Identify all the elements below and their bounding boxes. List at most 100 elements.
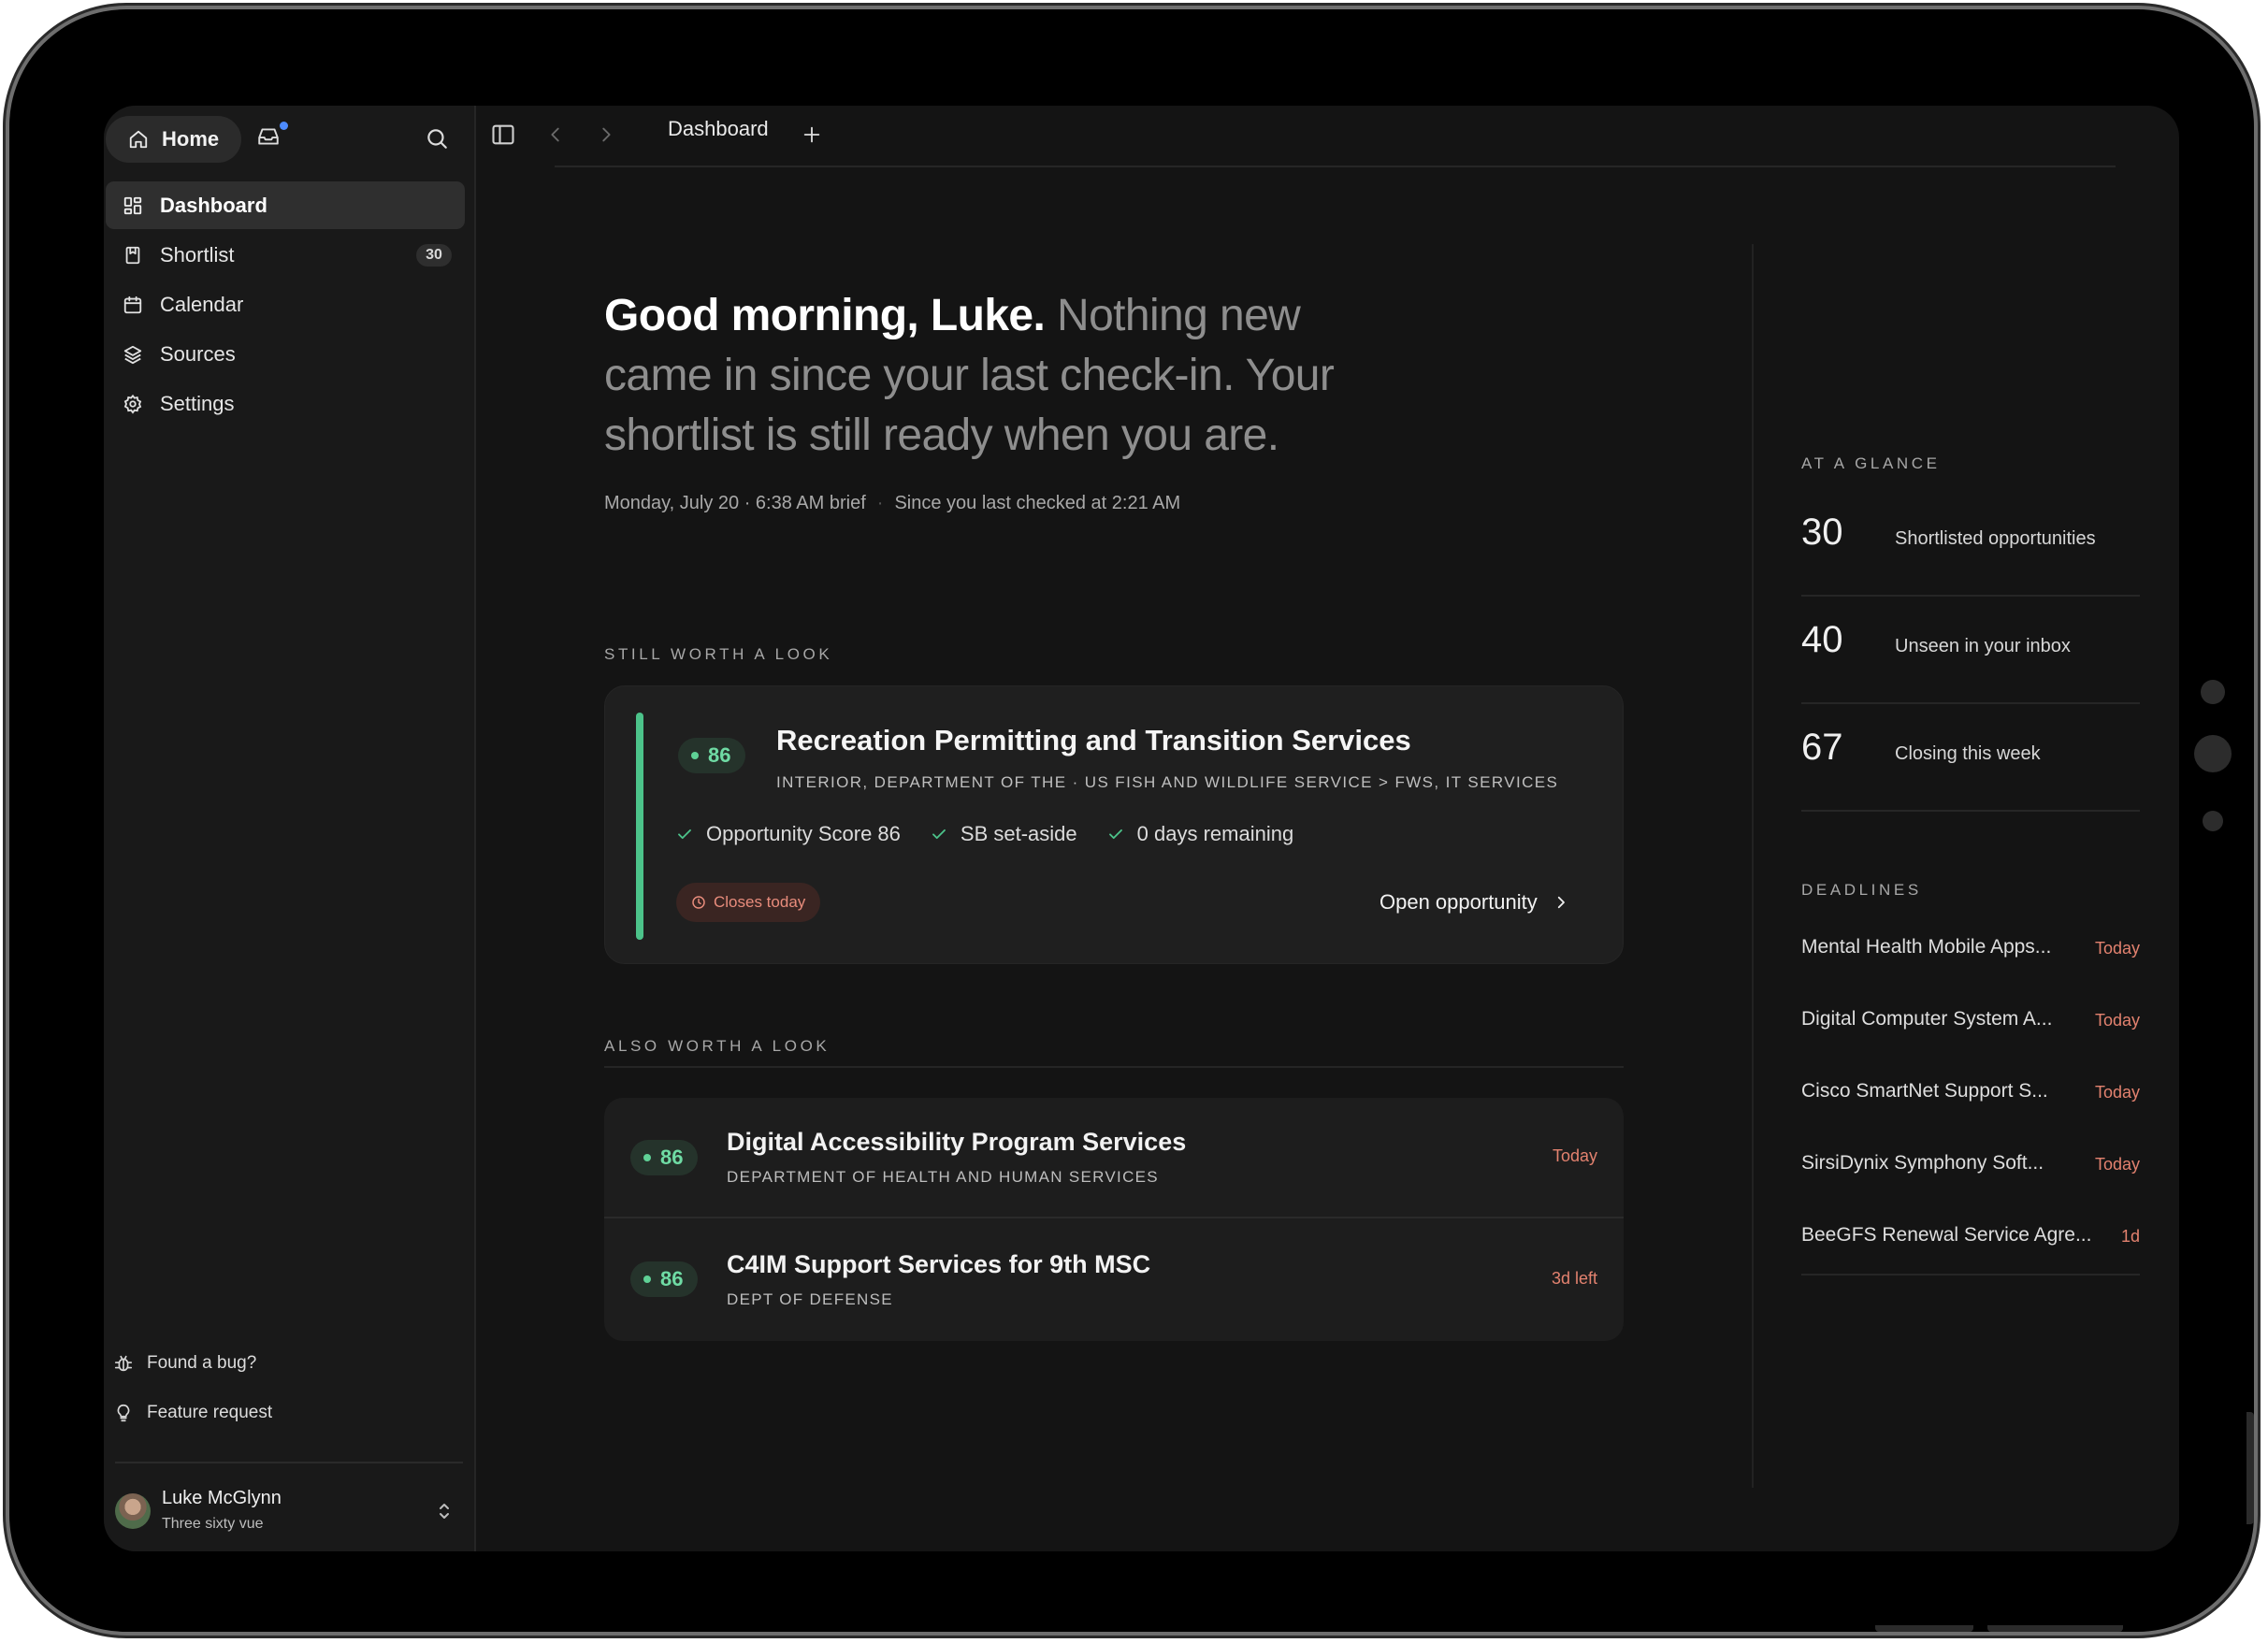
deadline-label: 3d left	[1551, 1269, 1597, 1288]
deadline-when: Today	[2094, 1083, 2140, 1102]
sidebar-divider	[115, 1462, 463, 1463]
chevron-updown-icon	[435, 1499, 454, 1523]
panel-divider	[1752, 244, 1754, 1488]
stat-label: Unseen in your inbox	[1895, 636, 2071, 656]
meta-separator: ·	[876, 493, 884, 513]
brief-meta: Monday, July 20 · 6:38 AM brief · Since yo…	[604, 493, 1180, 514]
stat-label: Closing this week	[1895, 743, 2041, 764]
section-divider	[604, 1066, 1624, 1068]
closes-label: Closes today	[714, 893, 806, 911]
user-menu[interactable]: Luke McGlynn Three sixty vue	[113, 1486, 459, 1538]
sidebar: Home Dashboard Shortlist 30 Calendar Sou…	[104, 106, 476, 1551]
criteria-item: 0 days remaining	[1107, 822, 1294, 846]
forward-button[interactable]	[590, 119, 622, 151]
criteria-label: 0 days remaining	[1136, 822, 1294, 845]
sidebar-item-calendar[interactable]: Calendar	[106, 281, 465, 328]
deadlines-label: DEADLINES	[1801, 881, 1922, 899]
since-last-check: Since you last checked at 2:21 AM	[894, 493, 1181, 513]
opportunity-title[interactable]: C4IM Support Services for 9th MSC	[727, 1250, 1150, 1279]
stat-label: Shortlisted opportunities	[1895, 528, 2096, 549]
tab-dashboard[interactable]: Dashboard	[668, 117, 769, 141]
list-item[interactable]: 86 C4IM Support Services for 9th MSC DEP…	[604, 1220, 1624, 1341]
top-bar: Dashboard	[476, 106, 2179, 166]
closes-today-badge: Closes today	[676, 883, 821, 922]
opportunity-title[interactable]: Digital Accessibility Program Services	[727, 1128, 1186, 1157]
sidebar-item-label: Calendar	[160, 292, 244, 316]
volume-button	[2246, 1412, 2254, 1524]
feature-request-label: Feature request	[147, 1403, 273, 1422]
camera-lens	[2194, 735, 2232, 772]
found-bug-link[interactable]: Found a bug?	[113, 1353, 256, 1374]
greeting-hello: Good morning, Luke.	[604, 291, 1046, 340]
search-button[interactable]	[425, 126, 455, 156]
open-opportunity-button[interactable]: Open opportunity	[1380, 890, 1569, 915]
dashboard-icon	[121, 194, 145, 218]
deadline-item[interactable]: Digital Computer System A... Today	[1801, 1008, 2140, 1036]
chevron-left-icon	[545, 124, 566, 145]
opportunity-agency: DEPARTMENT OF HEALTH AND HUMAN SERVICES	[727, 1168, 1159, 1186]
sidebar-item-sources[interactable]: Sources	[106, 330, 465, 378]
stat-shortlisted[interactable]: 30 Shortlisted opportunities	[1801, 489, 2140, 597]
score-badge: 86	[630, 1261, 699, 1297]
deadline-when: Today	[2094, 1155, 2140, 1174]
score-badge: 86	[630, 1140, 699, 1175]
sidebar-toggle-icon	[490, 122, 516, 148]
stat-unseen[interactable]: 40 Unseen in your inbox	[1801, 597, 2140, 704]
criteria-item: Opportunity Score 86	[676, 822, 901, 846]
at-a-glance-label: AT A GLANCE	[1801, 454, 1941, 472]
hardware-button	[1987, 1625, 2123, 1632]
lightbulb-icon	[113, 1403, 134, 1423]
toggle-sidebar-button[interactable]	[487, 119, 519, 151]
stat-value: 40	[1801, 619, 1843, 660]
sidebar-item-settings[interactable]: Settings	[106, 380, 465, 427]
opportunity-title[interactable]: Recreation Permitting and Transition Ser…	[776, 724, 1411, 757]
camera-sensor	[2201, 680, 2225, 704]
new-tab-button[interactable]	[796, 119, 828, 151]
home-button[interactable]: Home	[106, 116, 241, 163]
user-org: Three sixty vue	[162, 1516, 264, 1532]
deadline-when: Today	[2094, 939, 2140, 958]
deadline-name: Digital Computer System A...	[1801, 1008, 2053, 1030]
user-name: Luke McGlynn	[162, 1488, 282, 1508]
brief-date: Monday, July 20 · 6:38 AM brief	[604, 493, 866, 513]
sidebar-item-dashboard[interactable]: Dashboard	[106, 181, 465, 229]
stat-value: 67	[1801, 727, 1843, 768]
open-opportunity-label: Open opportunity	[1380, 890, 1538, 914]
sidebar-item-label: Shortlist	[160, 242, 235, 267]
clock-icon	[691, 895, 706, 910]
app-screen: Home Dashboard Shortlist 30 Calendar Sou…	[104, 106, 2179, 1551]
still-worth-label: STILL WORTH A LOOK	[604, 645, 833, 663]
greeting-headline: Good morning, Luke. Nothing new came in …	[604, 286, 1408, 466]
check-icon	[931, 826, 947, 843]
back-button[interactable]	[540, 119, 571, 151]
sidebar-item-shortlist[interactable]: Shortlist 30	[106, 231, 465, 279]
deadline-name: Mental Health Mobile Apps...	[1801, 936, 2052, 958]
topbar-divider	[555, 166, 2116, 167]
deadline-item[interactable]: Mental Health Mobile Apps... Today	[1801, 936, 2140, 964]
stat-closing[interactable]: 67 Closing this week	[1801, 704, 2140, 812]
deadline-item[interactable]: SirsiDynix Symphony Soft... Today	[1801, 1152, 2140, 1180]
calendar-icon	[121, 293, 145, 317]
criteria-item: SB set-aside	[931, 822, 1077, 846]
home-icon	[128, 129, 149, 150]
camera-sensor	[2203, 811, 2223, 831]
hardware-button	[1875, 1625, 1973, 1632]
chevron-right-icon	[1553, 894, 1569, 911]
gear-icon	[121, 392, 145, 416]
featured-opportunity-card[interactable]: 86 Recreation Permitting and Transition …	[604, 685, 1624, 964]
plus-icon	[802, 124, 822, 145]
opportunity-agency: DEPT OF DEFENSE	[727, 1290, 893, 1308]
opportunity-list: 86 Digital Accessibility Program Service…	[604, 1098, 1624, 1341]
deadline-name: BeeGFS Renewal Service Agre...	[1801, 1224, 2092, 1246]
score-dot	[643, 1275, 651, 1283]
sidebar-item-label: Settings	[160, 391, 235, 415]
criteria-list: Opportunity Score 86 SB set-aside 0 days…	[676, 822, 1293, 846]
deadline-item[interactable]: Cisco SmartNet Support S... Today	[1801, 1080, 2140, 1108]
feature-request-link[interactable]: Feature request	[113, 1403, 272, 1423]
deadline-item[interactable]: BeeGFS Renewal Service Agre... 1d	[1801, 1224, 2140, 1252]
sidebar-item-label: Sources	[160, 341, 236, 366]
layers-icon	[121, 342, 145, 367]
opportunity-agency: INTERIOR, DEPARTMENT OF THE · US FISH AN…	[776, 773, 1559, 791]
notification-dot	[280, 122, 288, 130]
list-item[interactable]: 86 Digital Accessibility Program Service…	[604, 1098, 1624, 1218]
